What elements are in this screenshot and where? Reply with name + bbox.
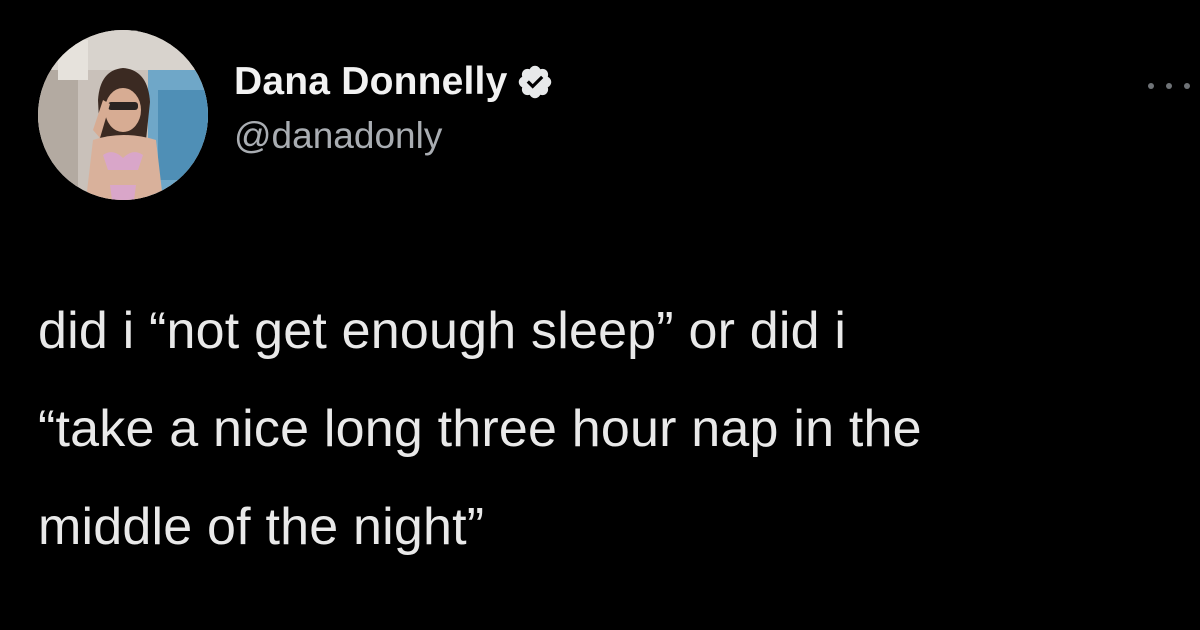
verified-badge-icon [516,63,554,101]
user-handle[interactable]: @danadonly [234,117,554,154]
more-options-icon-dot [1184,83,1190,89]
avatar[interactable] [38,30,208,200]
display-name[interactable]: Dana Donnelly [234,62,508,101]
avatar-photo [38,30,208,200]
tweet-card: Dana Donnelly @danadonly did i “not get … [0,0,1200,630]
more-options-icon [1148,83,1154,89]
author-info: Dana Donnelly @danadonly [234,62,554,154]
tweet-text-line: “take a nice long three hour nap in the [38,400,922,458]
tweet-text-line: middle of the night” [38,498,485,556]
tweet-text: did i “not get enough sleep” or did i “t… [38,282,1188,576]
tweet-text-line: did i “not get enough sleep” or did i [38,302,847,360]
name-row: Dana Donnelly [234,62,554,101]
more-options-icon-dot [1166,83,1172,89]
more-options-button[interactable] [1148,74,1190,98]
